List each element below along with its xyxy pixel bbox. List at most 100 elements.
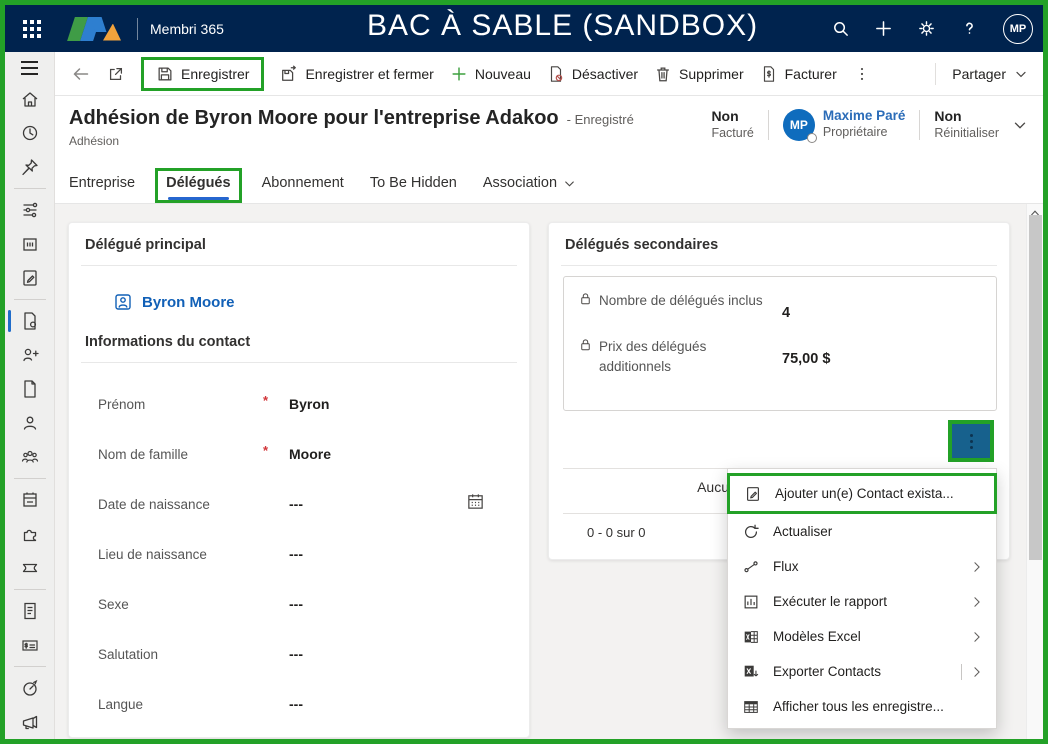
- sidebar-item-register[interactable]: [5, 227, 55, 261]
- user-avatar[interactable]: MP: [1003, 14, 1033, 44]
- sidebar-item-event[interactable]: [5, 483, 55, 517]
- menu-item-flux[interactable]: Flux: [728, 549, 996, 584]
- field-value[interactable]: ---: [289, 546, 303, 562]
- search-icon[interactable]: [831, 19, 850, 38]
- contact-card-icon: [113, 292, 133, 312]
- command-divider: [935, 63, 936, 85]
- sidebar-item-home[interactable]: [5, 82, 55, 116]
- sidebar-item-recent[interactable]: [5, 116, 55, 150]
- sidebar-item-group[interactable]: [5, 440, 55, 474]
- app-name[interactable]: Membri 365: [150, 21, 224, 37]
- calendar-icon[interactable]: [466, 492, 485, 516]
- locked-field-label: Prix des délégués additionnels: [599, 337, 764, 378]
- quick-create-icon[interactable]: [874, 19, 893, 38]
- sidebar-item-goal[interactable]: [5, 671, 55, 705]
- sidebar-item-invoice[interactable]: [5, 594, 55, 628]
- owner-field[interactable]: MP Maxime Paré Propriétaire: [783, 108, 906, 141]
- sidebar-item-memberships[interactable]: [5, 304, 55, 338]
- vertical-scrollbar[interactable]: [1026, 204, 1043, 739]
- subgrid-pagination: 0 - 0 sur 0: [587, 525, 646, 540]
- field-value[interactable]: Moore: [289, 446, 331, 462]
- submenu-chevron-icon: [970, 665, 984, 679]
- menu-item-run-report[interactable]: Exécuter le rapport: [728, 584, 996, 619]
- form-body: Délégué principal Byron Moore Informatio…: [55, 204, 1043, 739]
- menu-item-show-all-records[interactable]: Afficher tous les enregistre...: [728, 689, 996, 724]
- contact-link[interactable]: Byron Moore: [142, 294, 235, 311]
- field-sexe[interactable]: Sexe ---: [85, 579, 513, 629]
- share-button[interactable]: Partager: [952, 66, 1029, 82]
- field-value[interactable]: Byron: [289, 396, 329, 412]
- delete-label: Supprimer: [679, 66, 744, 82]
- new-label: Nouveau: [475, 66, 531, 82]
- field-value[interactable]: ---: [289, 496, 303, 512]
- sidebar-item-ticket[interactable]: [5, 551, 55, 585]
- save-button[interactable]: Enregistrer: [156, 65, 249, 83]
- sidebar-item-page[interactable]: [5, 372, 55, 406]
- delete-button[interactable]: Supprimer: [654, 65, 744, 83]
- field-salutation[interactable]: Salutation ---: [85, 629, 513, 679]
- tab-association[interactable]: Association: [483, 175, 577, 203]
- sidebar-item-announcement[interactable]: [5, 705, 55, 739]
- page-title: Adhésion de Byron Moore pour l'entrepris…: [69, 107, 559, 130]
- back-button[interactable]: [71, 64, 91, 84]
- tab-to-be-hidden[interactable]: To Be Hidden: [370, 175, 457, 203]
- header-collapse-chevron-icon[interactable]: [1011, 116, 1029, 139]
- reset-value: Non: [934, 108, 999, 126]
- menu-item-refresh[interactable]: Actualiser: [728, 514, 996, 549]
- save-and-close-button[interactable]: Enregistrer et fermer: [280, 65, 433, 83]
- header-fields: Non Facturé MP Maxime Paré Propriétaire …: [711, 108, 999, 141]
- field-value[interactable]: ---: [289, 596, 303, 612]
- gear-icon[interactable]: [917, 19, 936, 38]
- sidebar-item-module[interactable]: [5, 517, 55, 551]
- owner-name[interactable]: Maxime Paré: [823, 108, 906, 125]
- owner-avatar[interactable]: MP: [783, 109, 815, 141]
- more-commands-annotation-box: [948, 420, 994, 462]
- scrollbar-thumb[interactable]: [1029, 215, 1042, 560]
- sidebar-item-add-contact[interactable]: [5, 338, 55, 372]
- menu-item-add-existing-contact[interactable]: Ajouter un(e) Contact exista...: [730, 476, 994, 511]
- overflow-menu-icon[interactable]: [853, 65, 871, 83]
- menu-item-export-contacts[interactable]: Exporter Contacts: [728, 654, 996, 689]
- sidebar-divider: [14, 299, 46, 300]
- tab-delegues[interactable]: Délégués: [166, 175, 230, 200]
- sidebar-item-process[interactable]: [5, 193, 55, 227]
- menu-item-label: Flux: [773, 559, 957, 574]
- popout-icon[interactable]: [107, 65, 125, 83]
- sidebar-item-payment[interactable]: [5, 628, 55, 662]
- new-button[interactable]: Nouveau: [450, 65, 531, 83]
- primary-delegate-card: Délégué principal Byron Moore Informatio…: [68, 222, 530, 738]
- app-launcher-icon[interactable]: [15, 12, 49, 46]
- field-nom-de-famille[interactable]: Nom de famille * Moore: [85, 429, 513, 479]
- deactivate-button[interactable]: Désactiver: [547, 65, 638, 83]
- header-divider: [768, 110, 769, 140]
- field-date-de-naissance[interactable]: Date de naissance ---: [85, 479, 513, 529]
- sidebar-item-clipboard-edit[interactable]: [5, 261, 55, 295]
- subgrid-more-commands-button[interactable]: [952, 424, 990, 458]
- help-icon[interactable]: [960, 19, 979, 38]
- subgrid-empty-message: Aucu: [609, 479, 729, 495]
- field-prenom[interactable]: Prénom * Byron: [85, 379, 513, 429]
- contact-link-row[interactable]: Byron Moore: [113, 292, 513, 312]
- owner-role: Propriétaire: [823, 125, 906, 141]
- field-label: Lieu de naissance: [98, 547, 236, 562]
- invoice-button[interactable]: Facturer: [760, 65, 837, 83]
- sitemap-toggle-icon[interactable]: [5, 60, 55, 76]
- menu-item-label: Actualiser: [773, 524, 984, 539]
- flow-icon: [742, 558, 760, 576]
- tab-abonnement[interactable]: Abonnement: [262, 175, 344, 203]
- app-window: Membri 365 BAC À SABLE (SANDBOX) MP: [0, 0, 1048, 744]
- field-value[interactable]: ---: [289, 696, 303, 712]
- field-langue[interactable]: Langue ---: [85, 679, 513, 729]
- submenu-chevron-icon: [970, 595, 984, 609]
- sidebar-item-contact[interactable]: [5, 406, 55, 440]
- sidebar-item-pinned[interactable]: [5, 150, 55, 184]
- saved-status: - Enregistré: [567, 112, 634, 127]
- menu-item-excel-templates[interactable]: Modèles Excel: [728, 619, 996, 654]
- field-label: Salutation: [98, 647, 236, 662]
- field-value[interactable]: ---: [289, 646, 303, 662]
- tab-entreprise[interactable]: Entreprise: [69, 175, 135, 203]
- field-lieu-de-naissance[interactable]: Lieu de naissance ---: [85, 529, 513, 579]
- menu-item-label: Modèles Excel: [773, 629, 957, 644]
- tab-annotation-box: Délégués: [155, 168, 241, 203]
- add-existing-contact-icon: [744, 485, 762, 503]
